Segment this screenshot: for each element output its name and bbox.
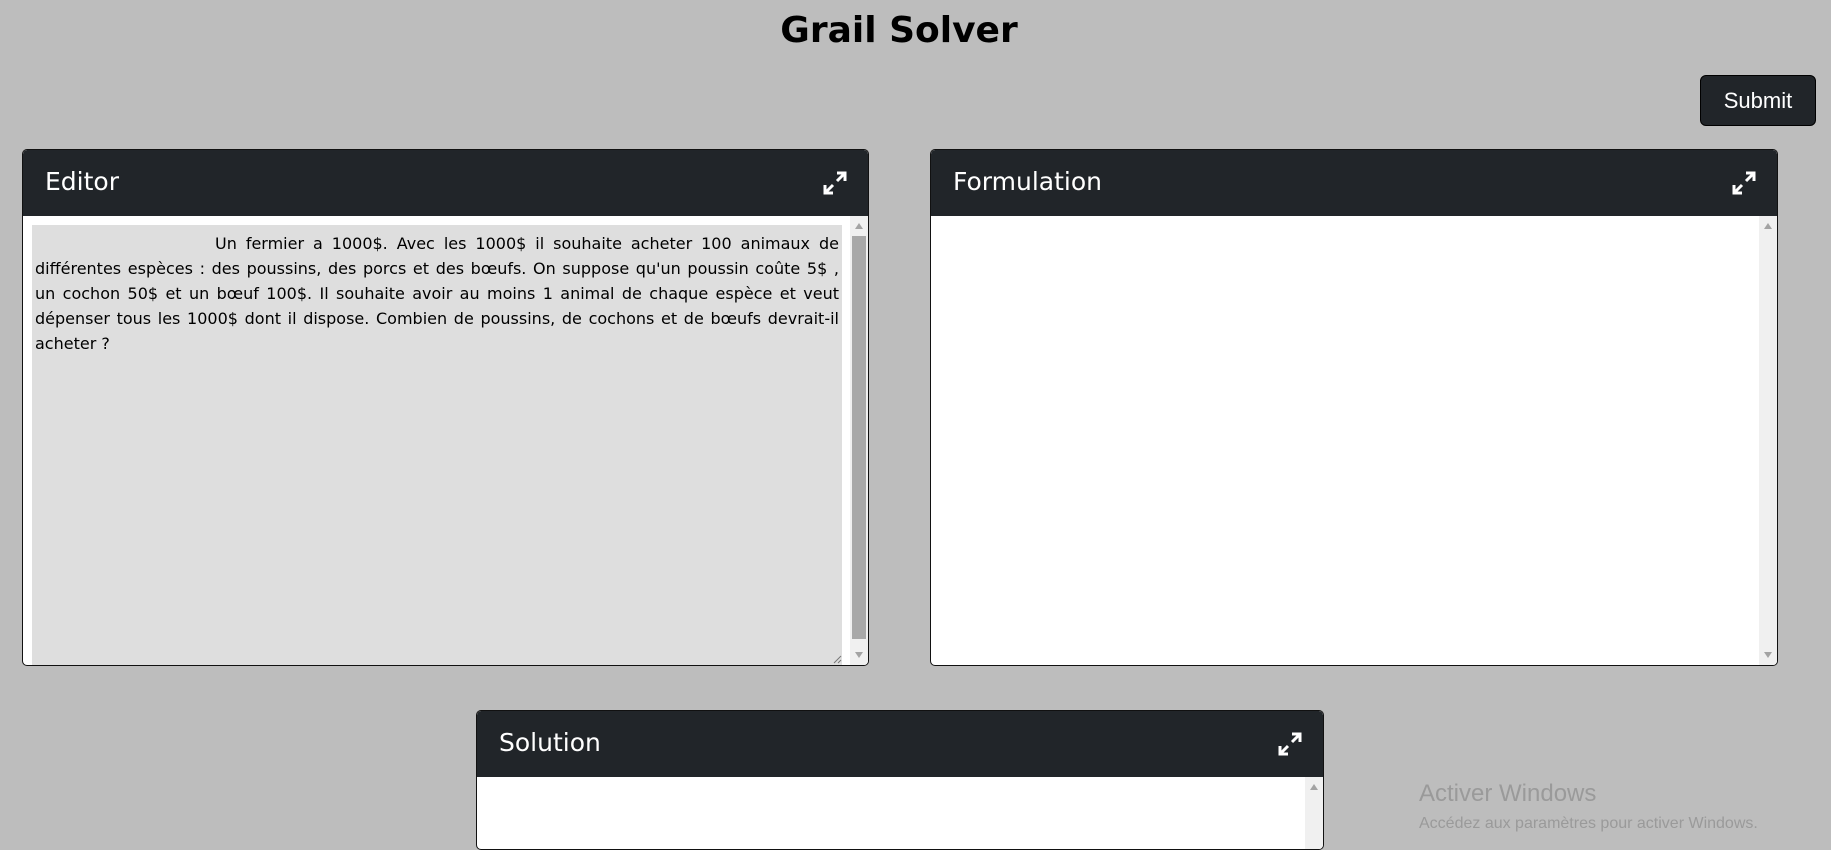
editor-textarea[interactable]: Un fermier a 1000$. Avec les 1000$ il so…	[32, 225, 842, 665]
submit-button[interactable]: Submit	[1700, 75, 1816, 126]
activation-watermark-subtitle: Accédez aux paramètres pour activer Wind…	[1419, 815, 1758, 832]
solution-panel-body[interactable]	[477, 777, 1323, 849]
editor-scrollbar[interactable]	[850, 216, 868, 665]
solution-panel: Solution	[476, 710, 1324, 850]
scroll-thumb[interactable]	[852, 236, 866, 639]
scroll-up-icon[interactable]	[855, 223, 863, 229]
solution-scrollbar[interactable]	[1305, 777, 1323, 849]
solution-panel-title: Solution	[499, 728, 601, 757]
scroll-up-icon[interactable]	[1764, 223, 1772, 229]
scroll-up-icon[interactable]	[1310, 784, 1318, 790]
formulation-panel-header: Formulation	[931, 150, 1777, 216]
formulation-panel-body[interactable]	[931, 216, 1777, 665]
expand-icon[interactable]	[1731, 170, 1757, 196]
expand-icon[interactable]	[1277, 731, 1303, 757]
scroll-down-icon[interactable]	[855, 652, 863, 658]
formulation-scrollbar[interactable]	[1759, 216, 1777, 665]
scroll-down-icon[interactable]	[1764, 652, 1772, 658]
activation-watermark-title: Activer Windows	[1419, 780, 1597, 807]
formulation-panel: Formulation	[930, 149, 1778, 666]
page-title: Grail Solver	[780, 10, 1018, 51]
editor-panel: Editor Un fermier a 1000$. Avec les 1000…	[22, 149, 869, 666]
editor-panel-body: Un fermier a 1000$. Avec les 1000$ il so…	[23, 216, 868, 665]
editor-panel-title: Editor	[45, 167, 119, 196]
solution-panel-header: Solution	[477, 711, 1323, 777]
resize-grip-icon[interactable]	[832, 654, 842, 664]
editor-panel-header: Editor	[23, 150, 868, 216]
expand-icon[interactable]	[822, 170, 848, 196]
editor-text: Un fermier a 1000$. Avec les 1000$ il so…	[35, 234, 839, 353]
formulation-panel-title: Formulation	[953, 167, 1102, 196]
